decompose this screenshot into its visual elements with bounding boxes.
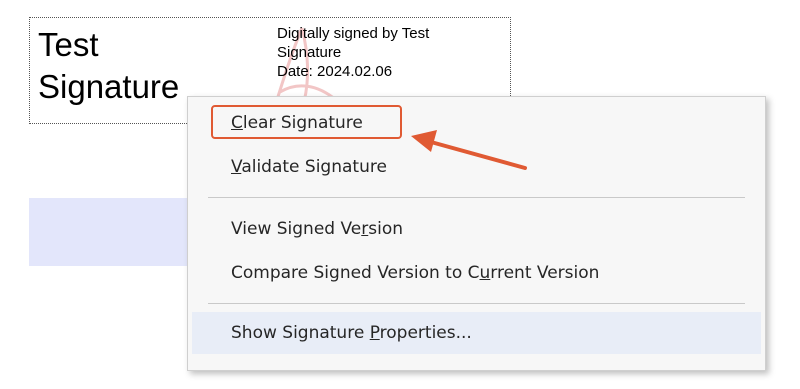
annotation-highlight-box	[211, 105, 402, 139]
menu-item-compare-versions[interactable]: Compare Signed Version to Current Versio…	[192, 252, 761, 294]
signature-detail-line: Signature	[277, 44, 342, 61]
menu-separator	[208, 303, 745, 304]
signature-detail-line: Date: 2024.02.06	[277, 63, 393, 80]
menu-separator	[208, 197, 745, 198]
access-key: P	[369, 323, 380, 343]
access-key: u	[479, 263, 491, 283]
annotation-arrow-icon	[411, 130, 527, 170]
menu-item-show-signature-properties[interactable]: Show Signature Properties...	[192, 312, 761, 354]
access-key: V	[231, 157, 242, 177]
signature-detail-line: Digitally signed by Test	[277, 25, 430, 42]
menu-item-view-signed-version[interactable]: View Signed Version	[192, 208, 761, 250]
signature-name-line-1: Test	[38, 26, 99, 63]
signature-details: Digitally signed by Test Signature Date:…	[277, 24, 429, 81]
